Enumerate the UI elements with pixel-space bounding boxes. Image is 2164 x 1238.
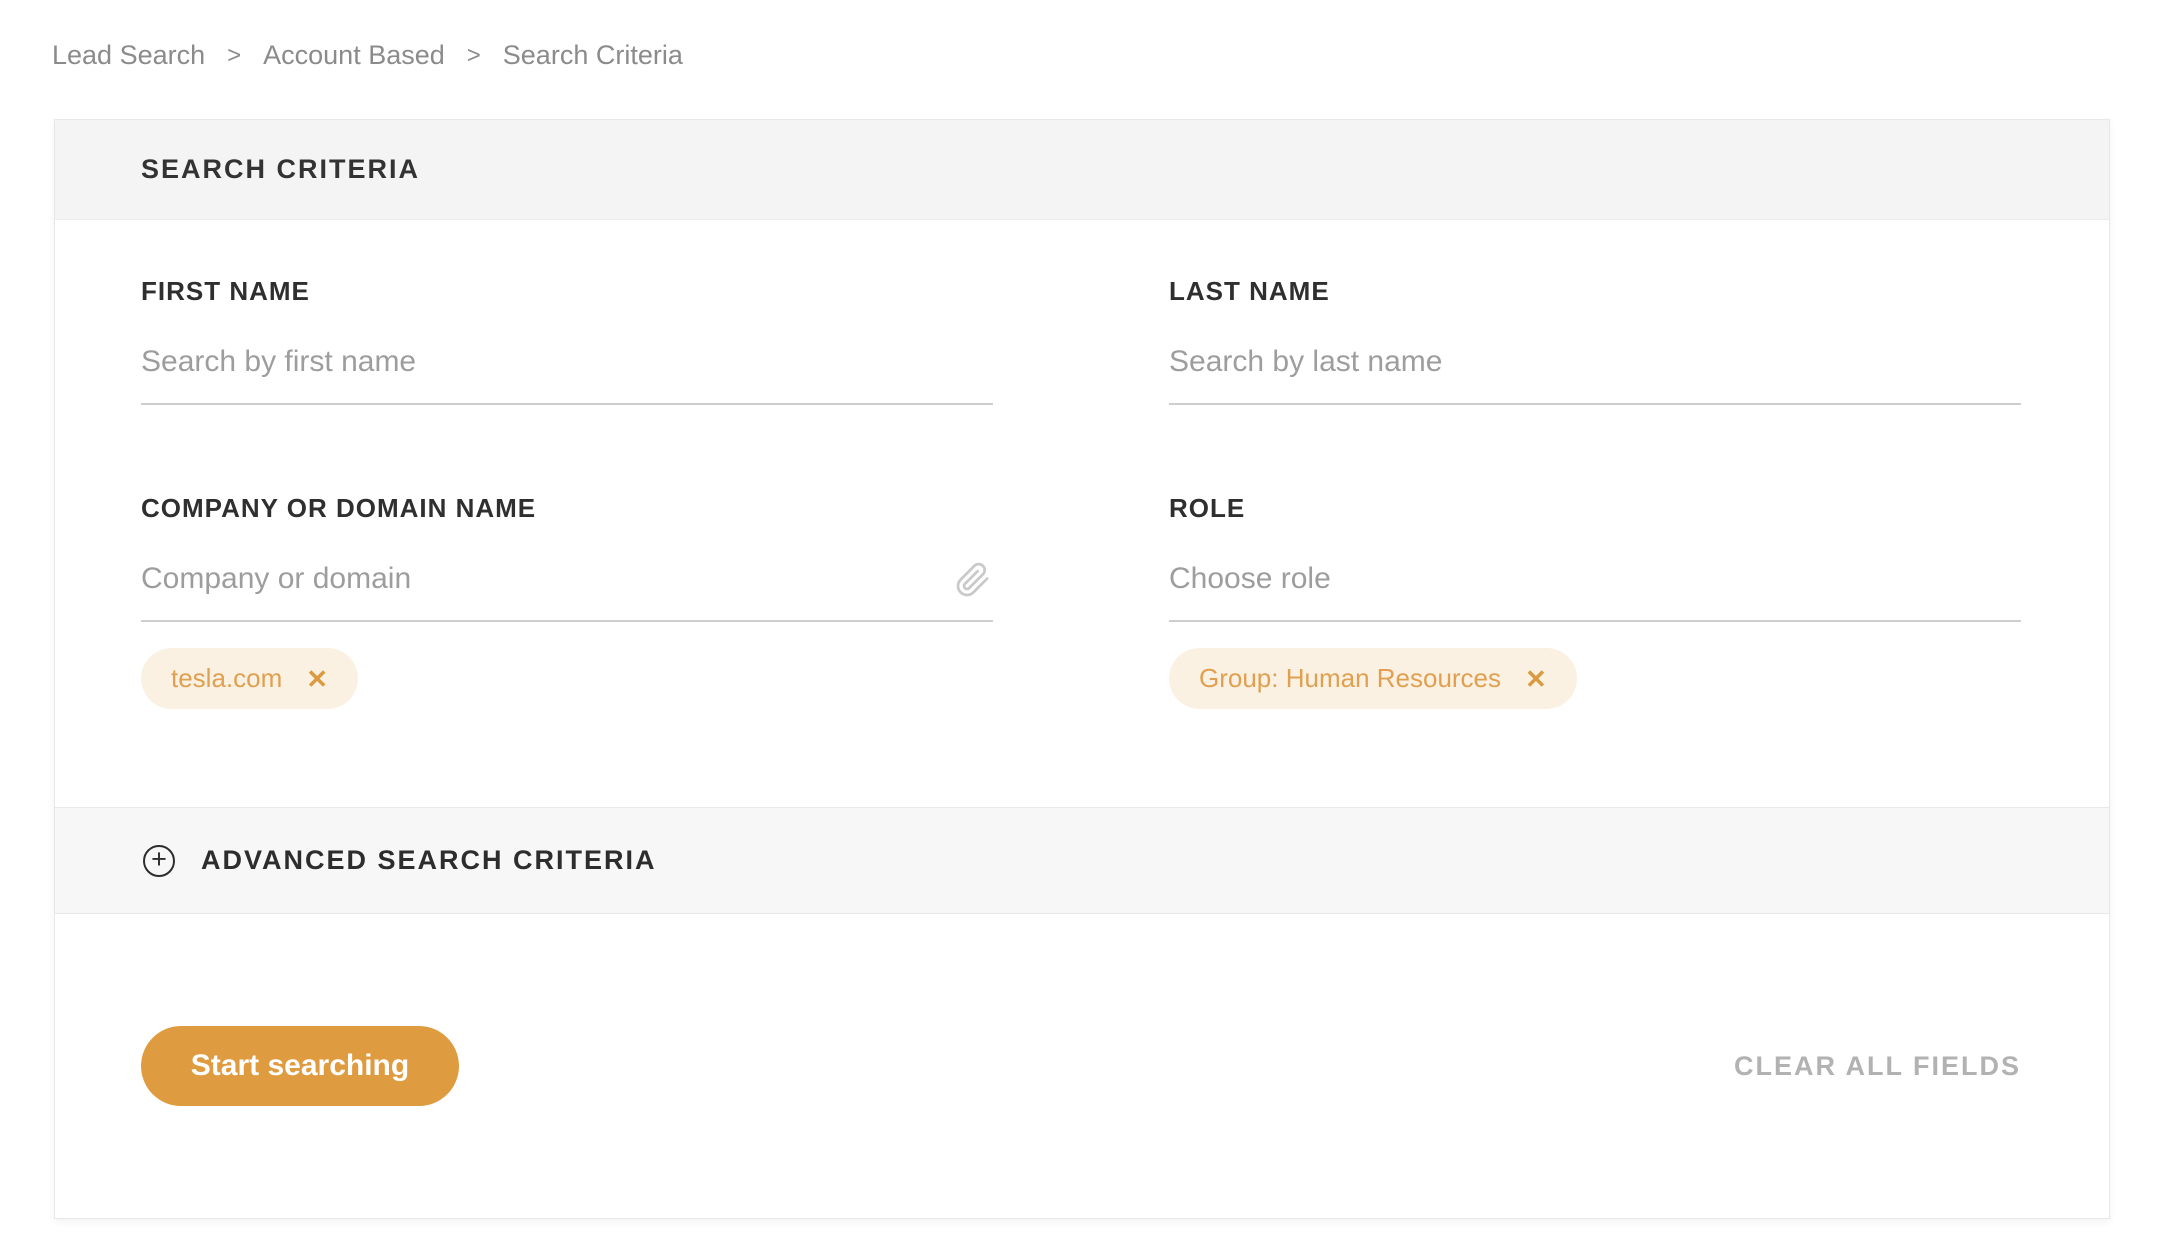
breadcrumb-search-criteria: Search Criteria — [502, 40, 683, 70]
breadcrumb-separator-icon: > — [466, 41, 481, 69]
field-first-name: FIRST NAME — [141, 276, 993, 405]
tag-label: tesla.com — [171, 663, 283, 693]
field-last-name: LAST NAME — [1169, 276, 2021, 405]
tag-role-group: Group: Human Resources ✕ — [1169, 648, 1577, 709]
breadcrumb-account-based[interactable]: Account Based — [263, 40, 445, 71]
paperclip-icon[interactable] — [955, 562, 991, 598]
last-name-label: LAST NAME — [1169, 276, 1330, 306]
breadcrumb-lead-search[interactable]: Lead Search — [52, 40, 205, 71]
role-tags: Group: Human Resources ✕ — [1169, 648, 2021, 709]
first-name-input[interactable] — [141, 345, 993, 405]
field-role: ROLE Group: Human Resources ✕ — [1169, 493, 2021, 709]
page-title: SEARCH CRITERIA — [141, 154, 421, 184]
advanced-search-toggle[interactable]: + ADVANCED SEARCH CRITERIA — [55, 807, 2109, 914]
last-name-input[interactable] — [1169, 345, 2021, 405]
company-label: COMPANY OR DOMAIN NAME — [141, 493, 537, 523]
field-company: COMPANY OR DOMAIN NAME tesla.com ✕ — [141, 493, 993, 709]
tag-tesla: tesla.com ✕ — [141, 648, 359, 709]
tag-label: Group: Human Resources — [1199, 663, 1502, 693]
breadcrumb-separator-icon: > — [227, 41, 242, 69]
card-footer: Start searching CLEAR ALL FIELDS — [55, 914, 2109, 1218]
advanced-search-label: ADVANCED SEARCH CRITERIA — [201, 845, 657, 875]
remove-tag-icon[interactable]: ✕ — [1525, 666, 1547, 692]
breadcrumb: Lead Search > Account Based > Search Cri… — [0, 0, 2164, 71]
card-header: SEARCH CRITERIA — [55, 120, 2109, 220]
clear-all-fields-button[interactable]: CLEAR ALL FIELDS — [1734, 1051, 2021, 1082]
plus-circle-icon: + — [143, 844, 175, 877]
search-criteria-card: SEARCH CRITERIA FIRST NAME LAST NAME COM… — [54, 119, 2110, 1219]
first-name-label: FIRST NAME — [141, 276, 310, 306]
company-tags: tesla.com ✕ — [141, 648, 993, 709]
company-input[interactable] — [141, 562, 993, 622]
remove-tag-icon[interactable]: ✕ — [306, 666, 328, 692]
start-searching-button[interactable]: Start searching — [141, 1026, 459, 1106]
role-label: ROLE — [1169, 493, 1246, 523]
search-fields: FIRST NAME LAST NAME COMPANY OR DOMAIN N… — [55, 220, 2109, 807]
role-input[interactable] — [1169, 562, 2021, 622]
